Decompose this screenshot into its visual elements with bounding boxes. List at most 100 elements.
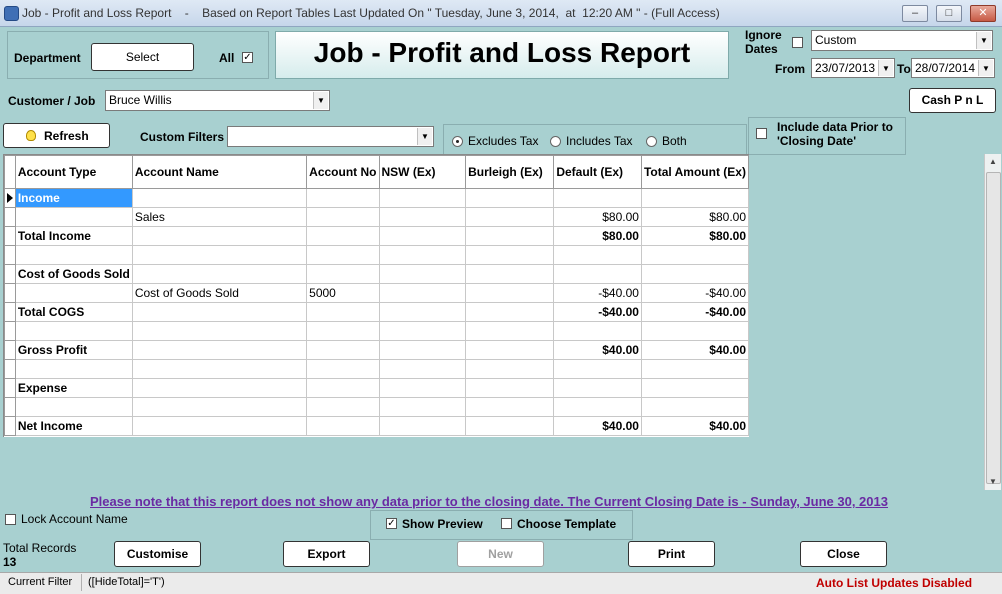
table-cell[interactable]: Cost of Goods Sold [14,264,133,284]
date-range-dropdown[interactable]: Custom ▼ [811,30,993,51]
table-cell[interactable] [640,264,750,284]
table-cell[interactable]: Net Income [14,416,133,436]
choose-template-checkbox[interactable] [501,518,512,529]
row-header[interactable] [4,340,16,360]
excludes-tax-radio[interactable] [452,136,463,147]
table-cell[interactable] [553,359,642,379]
table-cell[interactable]: $40.00 [553,340,642,360]
table-cell[interactable]: $80.00 [640,226,750,246]
row-header[interactable] [4,359,16,379]
table-cell[interactable]: -$40.00 [553,283,642,303]
column-header-nsw[interactable]: NSW (Ex) [378,155,467,189]
row-header[interactable] [4,264,16,284]
to-date-picker[interactable]: 28/07/2014 ▼ [911,58,995,78]
row-header[interactable] [4,302,16,322]
table-cell[interactable] [378,245,467,265]
table-cell[interactable] [131,245,308,265]
table-cell[interactable] [465,397,555,417]
table-cell[interactable] [306,207,380,227]
show-preview-checkbox[interactable]: ✓ [386,518,397,529]
table-row[interactable]: Total COGS -$40.00 -$40.00 [4,302,750,322]
chevron-down-icon[interactable]: ▼ [417,128,432,145]
table-cell[interactable] [378,283,467,303]
table-cell[interactable] [131,321,308,341]
column-header-default[interactable]: Default (Ex) [553,155,642,189]
table-cell[interactable] [465,378,555,398]
table-cell[interactable]: $40.00 [553,416,642,436]
table-cell[interactable]: Income [14,188,133,208]
table-cell[interactable] [306,397,380,417]
table-cell[interactable]: -$40.00 [640,283,750,303]
table-cell[interactable] [465,207,555,227]
table-cell[interactable] [553,378,642,398]
table-cell[interactable] [378,207,467,227]
table-row[interactable]: Gross Profit $40.00 $40.00 [4,340,750,360]
table-cell[interactable] [131,264,308,284]
lock-account-name-checkbox[interactable] [5,514,16,525]
minimize-button[interactable]: – [902,5,928,22]
table-cell[interactable] [131,302,308,322]
table-cell[interactable] [306,340,380,360]
table-cell[interactable] [553,245,642,265]
table-row[interactable]: Cost of Goods Sold 5000 -$40.00 -$40.00 [4,283,750,303]
table-cell[interactable] [465,264,555,284]
table-cell[interactable] [306,264,380,284]
chevron-down-icon[interactable]: ▼ [878,60,893,76]
table-cell[interactable] [378,340,467,360]
table-cell[interactable] [465,226,555,246]
scroll-down-icon[interactable]: ▼ [985,474,1001,490]
table-cell[interactable] [465,416,555,436]
table-cell[interactable] [378,321,467,341]
table-cell[interactable] [131,378,308,398]
table-cell[interactable]: 5000 [306,283,380,303]
table-cell[interactable] [306,321,380,341]
table-cell[interactable] [306,226,380,246]
table-cell[interactable] [131,226,308,246]
new-button[interactable]: New [457,541,544,567]
chevron-down-icon[interactable]: ▼ [976,32,991,49]
all-checkbox[interactable]: ✓ [242,52,253,63]
table-cell[interactable]: $40.00 [640,416,750,436]
table-cell[interactable] [553,264,642,284]
table-cell[interactable] [553,321,642,341]
closing-date-note[interactable]: Please note that this report does not sh… [90,494,888,509]
table-cell[interactable] [306,378,380,398]
row-header[interactable] [4,226,16,246]
table-cell[interactable] [306,245,380,265]
table-cell[interactable] [14,321,133,341]
table-cell[interactable] [465,302,555,322]
table-cell[interactable]: $40.00 [640,340,750,360]
table-row[interactable]: Sales $80.00 $80.00 [4,207,750,227]
department-select-button[interactable]: Select [91,43,194,71]
maximize-button[interactable]: □ [936,5,962,22]
table-cell[interactable] [14,245,133,265]
custom-filters-dropdown[interactable]: ▼ [227,126,434,147]
customise-button[interactable]: Customise [114,541,201,567]
table-cell[interactable]: -$40.00 [640,302,750,322]
table-row[interactable]: Income [4,188,750,208]
table-cell[interactable] [378,302,467,322]
table-cell[interactable] [465,188,555,208]
column-header-account-no[interactable]: Account No [306,155,380,189]
include-prior-checkbox[interactable] [756,128,767,139]
table-cell[interactable] [131,416,308,436]
table-cell[interactable] [465,340,555,360]
table-cell[interactable] [14,397,133,417]
table-cell[interactable] [640,359,750,379]
table-cell[interactable]: Total COGS [14,302,133,322]
report-grid[interactable]: Account Type Account Name Account No NSW… [3,154,750,437]
close-window-button[interactable]: ✕ [970,5,996,22]
table-cell[interactable]: $80.00 [640,207,750,227]
title-bar[interactable]: Job - Profit and Loss Report - Based on … [0,0,1002,27]
table-row[interactable]: Cost of Goods Sold [4,264,750,284]
current-row-arrow-icon[interactable] [4,188,16,208]
table-cell[interactable] [465,321,555,341]
table-cell[interactable]: $80.00 [553,207,642,227]
table-row[interactable] [4,321,750,341]
table-cell[interactable] [640,378,750,398]
table-cell[interactable]: Sales [131,207,308,227]
row-header[interactable] [4,416,16,436]
ignore-dates-checkbox[interactable] [792,37,803,48]
table-cell[interactable] [14,359,133,379]
table-cell[interactable] [378,226,467,246]
